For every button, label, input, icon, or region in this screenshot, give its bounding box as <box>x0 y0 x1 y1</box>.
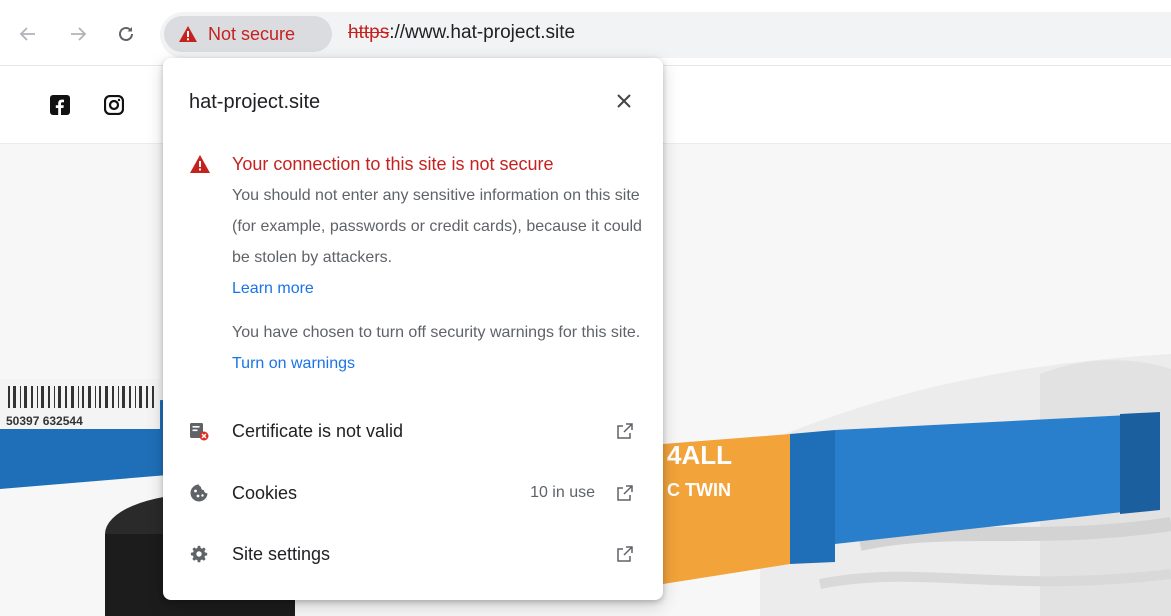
site-info-popup: hat-project.site Your connection to this… <box>163 58 663 600</box>
warning-paragraph: You should not enter any sensitive infor… <box>232 180 644 304</box>
warnings-paragraph: You have chosen to turn off security war… <box>232 317 644 379</box>
security-chip[interactable]: Not secure <box>164 16 332 52</box>
warning-triangle-icon <box>190 155 210 173</box>
forward-button[interactable] <box>62 18 94 50</box>
marker-text: C TWIN <box>667 480 731 500</box>
certificate-label: Certificate is not valid <box>232 420 404 441</box>
instagram-icon[interactable] <box>104 95 124 115</box>
turn-on-warnings-link[interactable]: Turn on warnings <box>232 355 355 372</box>
external-link-icon <box>617 485 633 501</box>
url-text[interactable]: https://www.hat-project.site <box>348 22 575 44</box>
site-settings-label: Site settings <box>232 543 331 564</box>
popup-title: hat-project.site <box>189 91 321 113</box>
cookies-label: Cookies <box>232 482 298 503</box>
cookies-row[interactable]: Cookies 10 in use <box>163 463 663 523</box>
back-button[interactable] <box>12 18 44 50</box>
warning-heading: Your connection to this site is not secu… <box>232 154 554 174</box>
reload-icon <box>119 26 133 41</box>
warnings-body: You have chosen to turn off security war… <box>232 324 641 341</box>
external-link-icon <box>617 423 633 439</box>
forward-arrow-icon <box>71 27 87 41</box>
learn-more-link[interactable]: Learn more <box>232 280 314 297</box>
close-icon <box>617 94 631 108</box>
back-arrow-icon <box>19 27 35 41</box>
cookies-count: 10 in use <box>530 484 595 501</box>
marker-brand: 4ALL <box>667 440 732 470</box>
warning-body: You should not enter any sensitive infor… <box>232 187 642 266</box>
url-scheme: https <box>348 22 390 43</box>
certificate-row[interactable]: Certificate is not valid <box>163 401 663 461</box>
browser-toolbar: Not secure https://www.hat-project.site <box>0 0 1171 66</box>
reload-button[interactable] <box>110 18 142 50</box>
warning-triangle-icon <box>179 26 197 42</box>
url-host: ://www.hat-project.site <box>389 22 576 43</box>
external-link-icon <box>617 546 633 562</box>
site-settings-row[interactable]: Site settings <box>163 524 663 584</box>
gear-icon <box>189 544 209 564</box>
security-chip-label: Not secure <box>208 23 296 44</box>
barcode-text: 50397 632544 <box>6 414 83 428</box>
facebook-icon[interactable] <box>50 95 70 115</box>
cookie-icon <box>189 483 209 503</box>
certificate-invalid-icon <box>189 421 209 441</box>
close-button[interactable] <box>609 86 639 116</box>
